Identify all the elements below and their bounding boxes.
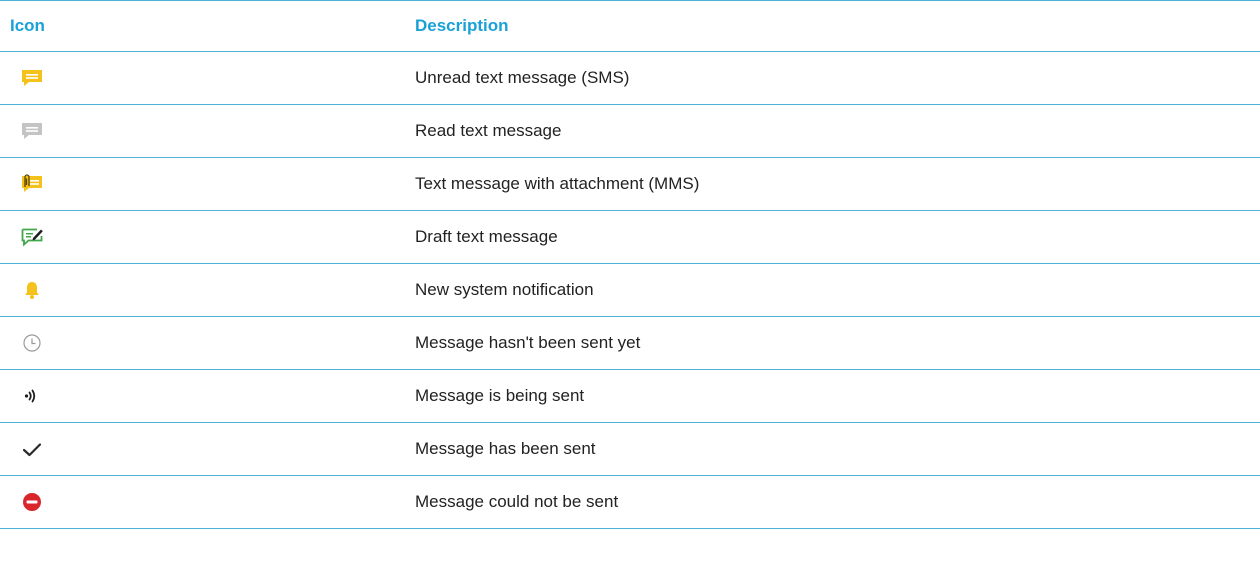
table-row: Message has been sent xyxy=(0,422,1260,476)
table-row: Message is being sent xyxy=(0,369,1260,423)
table-row: Unread text message (SMS) xyxy=(0,51,1260,105)
table-row: Text message with attachment (MMS) xyxy=(0,157,1260,211)
table-row: Message hasn't been sent yet xyxy=(0,316,1260,370)
clock-icon xyxy=(20,331,44,355)
table-row: Read text message xyxy=(0,104,1260,158)
table-header-row: Icon Description xyxy=(0,0,1260,52)
read-sms-icon xyxy=(20,119,44,143)
row-description: Read text message xyxy=(410,104,1260,158)
error-minus-icon xyxy=(20,490,44,514)
checkmark-icon xyxy=(20,437,44,461)
table-row: Draft text message xyxy=(0,210,1260,264)
mms-attachment-icon xyxy=(20,172,44,196)
bell-icon xyxy=(20,278,44,302)
row-description: New system notification xyxy=(410,263,1260,317)
sending-waves-icon xyxy=(20,384,44,408)
row-description: Message is being sent xyxy=(410,369,1260,423)
row-description: Text message with attachment (MMS) xyxy=(410,157,1260,211)
icon-column-header: Icon xyxy=(0,0,410,52)
row-description: Message could not be sent xyxy=(410,475,1260,529)
row-description: Unread text message (SMS) xyxy=(410,51,1260,105)
icon-description-table: Icon Description Unread text message (SM… xyxy=(0,0,1260,529)
table-row: Message could not be sent xyxy=(0,475,1260,529)
table-row: New system notification xyxy=(0,263,1260,317)
description-column-header: Description xyxy=(410,0,1260,52)
unread-sms-icon xyxy=(20,66,44,90)
row-description: Message has been sent xyxy=(410,422,1260,476)
row-description: Draft text message xyxy=(410,210,1260,264)
row-description: Message hasn't been sent yet xyxy=(410,316,1260,370)
draft-message-icon xyxy=(20,225,44,249)
